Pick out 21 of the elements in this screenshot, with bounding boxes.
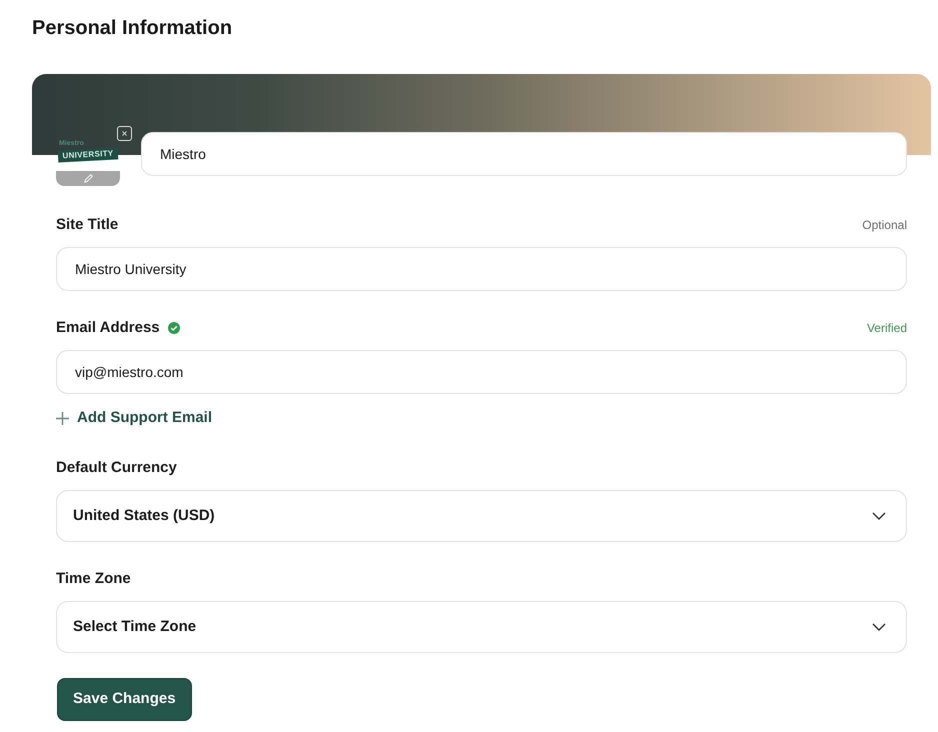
plus-icon [56,412,69,425]
field-label: Default Currency [56,458,177,478]
page-title: Personal Information [32,16,234,41]
pencil-icon [82,173,94,184]
field-label: Email Address [56,318,160,338]
save-button[interactable]: Save Changes [57,678,192,721]
field-label: Site Title [56,214,118,235]
name-field[interactable]: Miestro [141,132,907,176]
field-label: Time Zone [56,568,131,588]
chevron-down-icon [872,512,886,520]
remove-button[interactable] [117,126,132,141]
chevron-down-icon [872,622,886,631]
dropdown-field[interactable]: Select Time Zone [56,600,907,653]
text-field[interactable]: vip@miestro.com [56,350,907,394]
dropdown-field[interactable]: United States (USD) [56,490,907,542]
verified-check-icon [168,322,180,334]
field-note: Optional [862,217,907,234]
add-support-email-link[interactable]: Add Support Email [56,407,212,430]
field-note: Verified [866,320,907,337]
close-icon [122,131,127,136]
text-field[interactable]: Miestro University [56,247,907,291]
